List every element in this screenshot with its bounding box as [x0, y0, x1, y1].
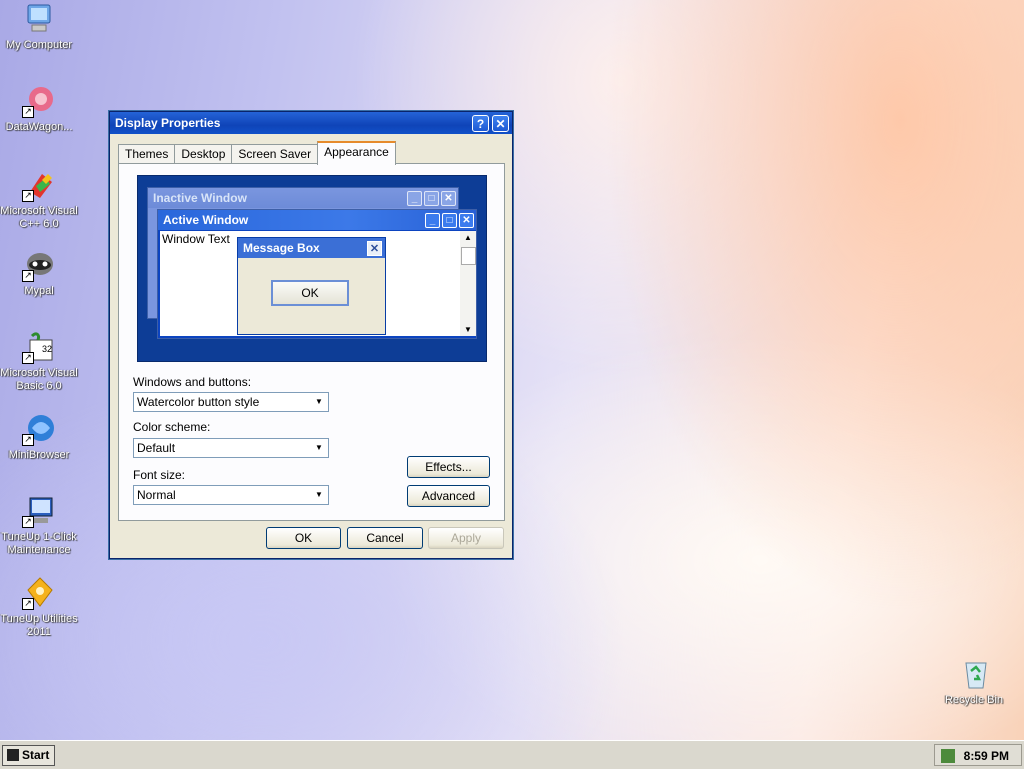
dialog-title: Display Properties	[115, 116, 221, 130]
preview-active-title: Active Window	[163, 213, 249, 227]
scroll-down-arrow-icon: ▼	[464, 325, 472, 334]
taskbar: Start 8:59 PM	[0, 740, 1024, 769]
ok-button[interactable]: OK	[266, 527, 341, 549]
shortcut-arrow-icon: ↗	[22, 190, 34, 202]
network-icon[interactable]	[941, 749, 955, 763]
clock[interactable]: 8:59 PM	[964, 749, 1009, 763]
preview-msgbox-ok: OK	[271, 280, 349, 306]
tab-appearance[interactable]: Appearance	[317, 141, 396, 165]
close-icon: ✕	[441, 190, 456, 206]
font-size-select[interactable]: Normal ▼	[133, 485, 329, 505]
minibrowser-icon: ↗	[22, 412, 56, 446]
preview-msgbox-title-bar: Message Box ✕	[238, 238, 385, 258]
preview-message-box: Message Box ✕ OK	[237, 237, 386, 335]
preview-window-text: Window Text	[162, 232, 230, 246]
desktop-icon-visual-cpp[interactable]: ↗ Microsoft Visual C++ 6.0	[0, 168, 79, 231]
desktop-icon-minibrowser[interactable]: ↗ MiniBrowser	[0, 412, 79, 462]
desktop-icon-label: My Computer	[5, 39, 73, 51]
color-scheme-value: Default	[137, 441, 176, 455]
preview-msgbox-title: Message Box	[243, 241, 320, 255]
tab-screen-saver[interactable]: Screen Saver	[231, 144, 319, 164]
desktop-icon-datawagon[interactable]: ↗ DataWagon...	[0, 84, 79, 134]
tuneup-utilities-icon: ↗	[22, 576, 56, 610]
visual-cpp-icon: ↗	[22, 168, 56, 202]
desktop-icon-visual-basic[interactable]: 32 ↗ Microsoft Visual Basic 6.0	[0, 330, 79, 393]
desktop-icon-label: TuneUp 1-Click Maintenance	[1, 531, 77, 556]
desktop-icon-tuneup-utilities[interactable]: ↗ TuneUp Utilities 2011	[0, 576, 79, 639]
shortcut-arrow-icon: ↗	[22, 352, 34, 364]
font-size-value: Normal	[137, 488, 176, 502]
shortcut-arrow-icon: ↗	[22, 106, 34, 118]
scroll-thumb	[461, 247, 476, 265]
help-button[interactable]: ?	[472, 114, 489, 132]
recycle-bin-icon	[957, 657, 991, 691]
shortcut-arrow-icon: ↗	[22, 598, 34, 610]
start-label: Start	[22, 748, 50, 762]
desktop-icon-label: TuneUp Utilities 2011	[0, 613, 78, 638]
display-properties-dialog: Display Properties ? ✕ Themes Desktop Sc…	[109, 111, 513, 559]
start-button[interactable]: Start	[2, 745, 55, 766]
chevron-down-icon[interactable]: ▼	[311, 440, 327, 456]
desktop-icon-my-computer[interactable]: My Computer	[0, 2, 79, 52]
shortcut-arrow-icon: ↗	[22, 270, 34, 282]
close-icon: ✕	[367, 240, 382, 256]
maximize-icon: □	[442, 212, 457, 228]
desktop-icon-label: Microsoft Visual Basic 6.0	[0, 367, 78, 392]
mypal-icon: ↗	[22, 248, 56, 282]
effects-button[interactable]: Effects...	[407, 456, 490, 478]
shortcut-arrow-icon: ↗	[22, 516, 34, 528]
svg-text:32: 32	[42, 344, 52, 354]
visual-basic-icon: 32 ↗	[22, 330, 56, 364]
system-tray: 8:59 PM	[934, 744, 1022, 766]
close-icon: ✕	[459, 212, 474, 228]
windows-logo-icon	[7, 749, 19, 761]
appearance-panel: Inactive Window _ □ ✕ Active Window _ □ …	[118, 163, 505, 521]
tab-themes[interactable]: Themes	[118, 144, 176, 164]
tuneup-maintenance-icon: ↗	[22, 494, 56, 528]
desktop-icon-label: Mypal	[24, 285, 54, 297]
apply-button[interactable]: Apply	[428, 527, 504, 549]
desktop-icon-mypal[interactable]: ↗ Mypal	[0, 248, 79, 298]
desktop-icon-tuneup-maintenance[interactable]: ↗ TuneUp 1-Click Maintenance	[0, 494, 79, 557]
close-button[interactable]: ✕	[492, 114, 509, 132]
preview-active-title-bar: Active Window _ □ ✕	[158, 210, 476, 230]
chevron-down-icon[interactable]: ▼	[311, 487, 327, 503]
advanced-button[interactable]: Advanced	[407, 485, 490, 507]
windows-buttons-value: Watercolor button style	[137, 395, 260, 409]
desktop-icon-label: Microsoft Visual C++ 6.0	[0, 205, 78, 230]
font-size-label: Font size:	[133, 468, 186, 482]
preview-scrollbar: ▲ ▼	[460, 231, 476, 336]
chevron-down-icon[interactable]: ▼	[311, 394, 327, 410]
preview-inactive-title: Inactive Window	[153, 191, 247, 205]
cancel-button[interactable]: Cancel	[347, 527, 423, 549]
color-scheme-label: Color scheme:	[133, 420, 211, 434]
desktop-icon-label: MiniBrowser	[8, 449, 70, 461]
appearance-preview: Inactive Window _ □ ✕ Active Window _ □ …	[137, 175, 487, 362]
maximize-icon: □	[424, 190, 439, 206]
desktop-icon-label: Recycle Bin	[944, 694, 1004, 706]
windows-buttons-select[interactable]: Watercolor button style ▼	[133, 392, 329, 412]
color-scheme-select[interactable]: Default ▼	[133, 438, 329, 458]
preview-inactive-title-bar: Inactive Window _ □ ✕	[148, 188, 458, 208]
minimize-icon: _	[425, 212, 440, 228]
datawagon-icon: ↗	[22, 84, 56, 118]
tab-desktop[interactable]: Desktop	[174, 144, 233, 164]
dialog-title-bar[interactable]: Display Properties ? ✕	[110, 112, 512, 134]
shortcut-arrow-icon: ↗	[22, 434, 34, 446]
scroll-up-arrow-icon: ▲	[464, 233, 472, 242]
desktop-icon-label: DataWagon...	[5, 121, 73, 133]
tab-strip: Themes Desktop Screen Saver Appearance	[118, 141, 396, 165]
minimize-icon: _	[407, 190, 422, 206]
windows-buttons-label: Windows and buttons:	[133, 375, 252, 389]
desktop-icon-recycle-bin[interactable]: Recycle Bin	[934, 657, 1014, 707]
computer-icon	[22, 2, 56, 36]
